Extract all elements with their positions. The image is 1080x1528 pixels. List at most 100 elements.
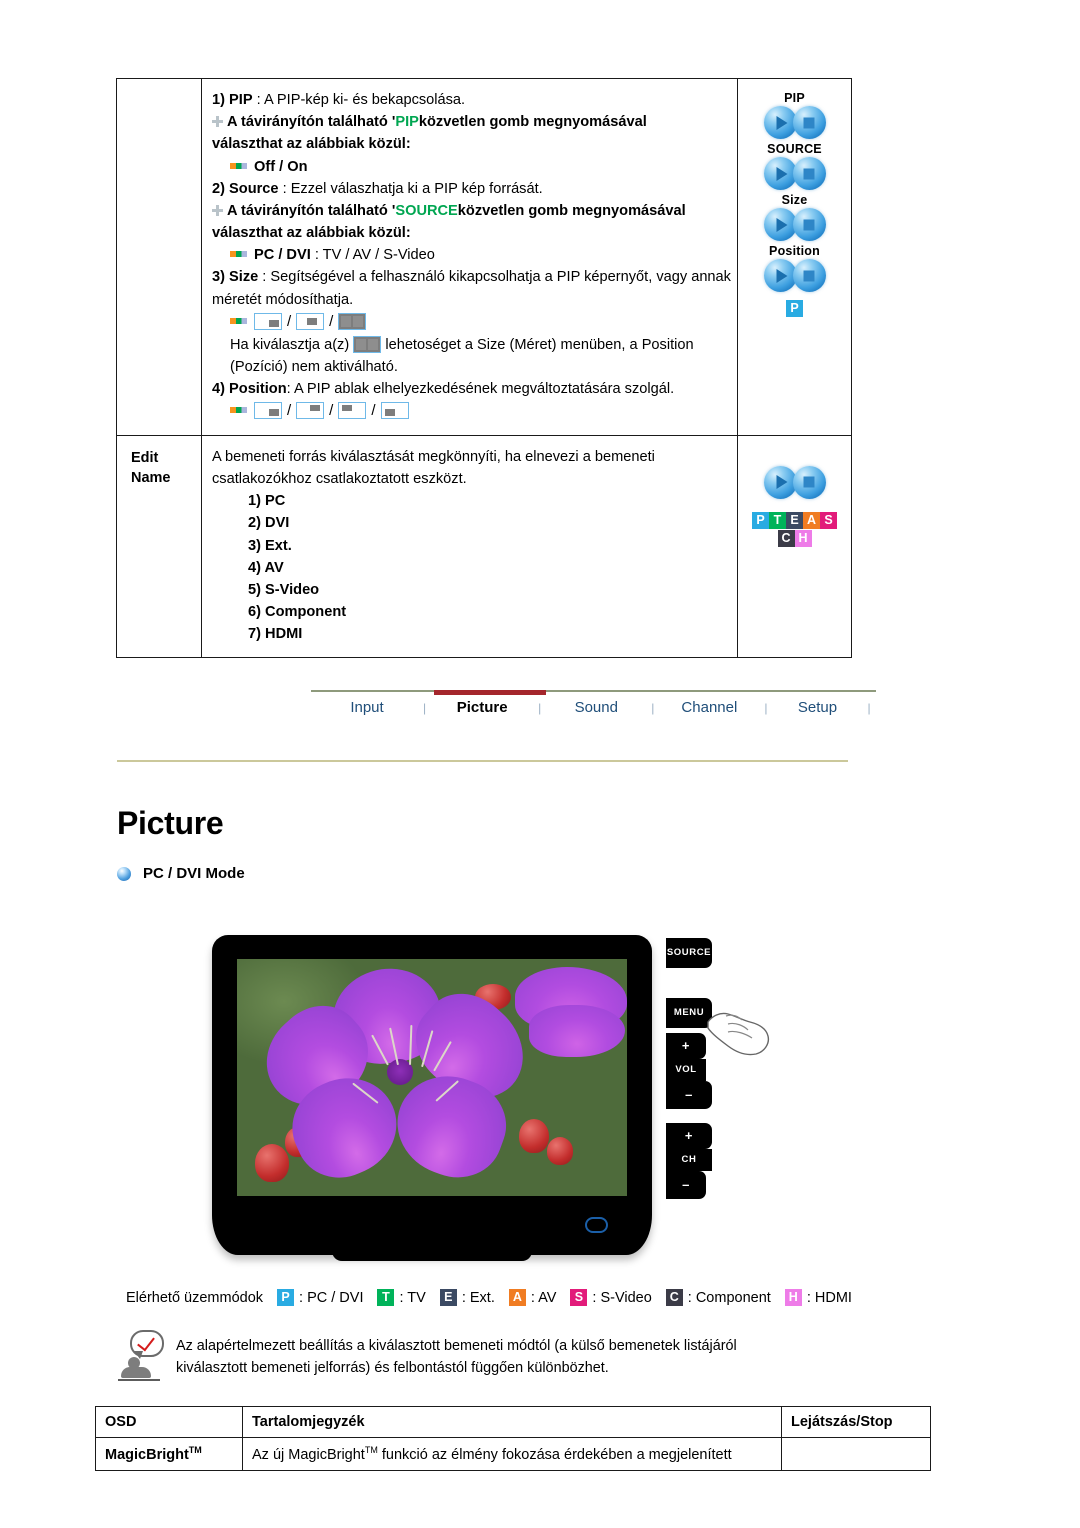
- pip-row: 1) PIP : A PIP-kép ki- és bekapcsolása. …: [116, 78, 852, 436]
- nav-separator: |: [867, 700, 871, 715]
- plus-icon: [212, 204, 223, 216]
- button-caption-pip: PIP: [784, 91, 805, 105]
- osd-table: OSD Tartalomjegyzék Lejátszás/Stop Magic…: [95, 1406, 931, 1471]
- dash-bullet-icon: [230, 251, 247, 258]
- mode-badges-row-2: CH: [738, 529, 851, 547]
- monitor-stand: [332, 1249, 532, 1261]
- pip-option-source-bold: PC / DVI: [254, 247, 311, 264]
- mode-badge-s: S: [570, 1289, 588, 1306]
- side-button-ch-down[interactable]: –: [666, 1171, 706, 1199]
- pip-size-small-icon: [254, 312, 282, 330]
- osd-cell-magicbright-name: MagicBright: [105, 1446, 189, 1463]
- play-button-icon[interactable]: [763, 465, 797, 499]
- edit-name-option-av: 4) AV: [248, 559, 284, 576]
- legend-item-ext-text: : Ext.: [461, 1289, 495, 1306]
- monitor-side-controls: SOURCE MENU + VOL – + CH –: [666, 938, 770, 1228]
- legend-item-tv: T : TV: [377, 1289, 426, 1306]
- pip-remote-note-1-highlight: PIP: [395, 114, 419, 131]
- nav-items: Input | Picture | Sound | Channel | Setu…: [311, 692, 876, 716]
- pip-item-2-sep: :: [278, 180, 291, 197]
- size-button-pair[interactable]: [738, 208, 851, 241]
- nav-tab-setup[interactable]: Setup: [768, 699, 868, 716]
- position-button-pair[interactable]: [738, 259, 851, 292]
- nav-tab-picture[interactable]: Picture: [426, 699, 538, 716]
- pip-item-1-desc: A PIP-kép ki- és bekapcsolása.: [263, 92, 466, 108]
- legend-label: Elérhető üzemmódok: [126, 1289, 264, 1306]
- mode-badge-t: T: [377, 1289, 395, 1306]
- pip-spec-table: 1) PIP : A PIP-kép ki- és bekapcsolása. …: [116, 78, 852, 659]
- edit-name-label-line1: Edit: [131, 449, 159, 466]
- side-button-ch-label: CH: [666, 1149, 712, 1171]
- button-caption-size: Size: [781, 193, 808, 207]
- pip-row-icon-cell: PIP SOURCE Size Position P: [737, 78, 852, 436]
- pip-item-4-term: Position: [229, 380, 287, 397]
- nav-tab-input[interactable]: Input: [311, 699, 423, 716]
- available-modes-legend: Elérhető üzemmódok P : PC / DVI T : TV E…: [126, 1289, 866, 1306]
- pip-remote-note-1: A távirányítón található 'PIPközvetlen g…: [212, 111, 731, 133]
- source-button-pair[interactable]: [738, 157, 851, 190]
- note-line-1: Az alapértelmezett beállítás a kiválaszt…: [176, 1338, 737, 1354]
- play-button-icon[interactable]: [763, 208, 797, 241]
- mode-badge-a: A: [508, 1289, 526, 1306]
- pip-size-double-icon-inline: [353, 335, 382, 353]
- slash-separator: /: [287, 402, 292, 420]
- note-person-icon: [118, 1330, 176, 1384]
- page-title: Picture: [117, 805, 224, 841]
- pip-remote-buttons: PIP SOURCE Size Position P: [738, 79, 851, 317]
- pip-option-offon: Off / On: [212, 156, 731, 178]
- osd-description-b: funkció az élmény fokozása érdekében a m…: [377, 1446, 732, 1463]
- osd-header-contents: Tartalomjegyzék: [242, 1406, 782, 1438]
- monitor-screen: [237, 959, 627, 1196]
- side-button-vol-down[interactable]: –: [666, 1081, 712, 1109]
- side-button-ch-up[interactable]: +: [666, 1123, 712, 1149]
- stop-button-icon[interactable]: [792, 157, 826, 190]
- pip-mode-badge-wrap: P: [738, 296, 851, 317]
- slash-separator: /: [329, 402, 334, 420]
- edit-name-option-svideo: 5) S-Video: [248, 581, 320, 598]
- pip-item-4-desc: A PIP ablak elhelyezkedésének megváltozt…: [293, 380, 675, 397]
- stop-button-icon[interactable]: [792, 259, 826, 292]
- pip-remote-note-2: A távirányítón található 'SOURCEközvetle…: [212, 200, 731, 222]
- pip-option-source-rest: : TV / AV / S-Video: [310, 247, 435, 264]
- monitor-illustration: [212, 935, 652, 1261]
- legend-item-ext: E : Ext.: [439, 1289, 495, 1306]
- legend-item-pcdvi-text: : PC / DVI: [299, 1289, 364, 1306]
- flower-bud: [519, 1119, 549, 1153]
- nav-tab-channel[interactable]: Channel: [654, 699, 764, 716]
- legend-item-component: C : Component: [665, 1289, 771, 1306]
- nav-active-indicator: [434, 690, 546, 695]
- nav-tab-sound[interactable]: Sound: [541, 699, 651, 716]
- edit-name-icon-cell: PTEAS CH: [737, 434, 852, 659]
- osd-cell-magicbright: MagicBrightTM: [95, 1437, 243, 1471]
- note-line-2: kiválasztott bemeneti jelforrás) és felb…: [176, 1360, 609, 1377]
- pip-item-3-sep: :: [258, 269, 271, 286]
- side-button-vol-up[interactable]: +: [666, 1033, 706, 1059]
- trademark-superscript: TM: [364, 1445, 378, 1455]
- side-button-source[interactable]: SOURCE: [666, 938, 712, 968]
- edit-name-description: A bemeneti forrás kiválasztását megkönny…: [212, 448, 655, 487]
- stop-button-icon[interactable]: [792, 106, 826, 139]
- mode-badges-row-1: PTEAS: [738, 511, 851, 529]
- stop-button-icon[interactable]: [792, 465, 826, 499]
- pip-item-3-num: 3): [212, 269, 225, 286]
- osd-description-a: Az új MagicBright: [252, 1446, 365, 1463]
- legend-item-hdmi: H : HDMI: [784, 1289, 852, 1306]
- legend-item-pcdvi: P : PC / DVI: [277, 1289, 363, 1306]
- mode-badge-h: H: [794, 529, 812, 547]
- play-button-icon[interactable]: [763, 106, 797, 139]
- play-button-icon[interactable]: [763, 157, 797, 190]
- button-caption-source: SOURCE: [767, 142, 822, 156]
- legend-item-av: A : AV: [508, 1289, 556, 1306]
- stop-button-icon[interactable]: [792, 208, 826, 241]
- mode-badge-p: P: [786, 300, 803, 317]
- mode-badge-s: S: [820, 511, 837, 529]
- pip-item-3-term: Size: [229, 269, 259, 286]
- mode-badge-e: E: [786, 511, 803, 529]
- pip-button-pair[interactable]: [738, 106, 851, 139]
- osd-table-header-row: OSD Tartalomjegyzék Lejátszás/Stop: [95, 1406, 931, 1438]
- editname-button-pair[interactable]: [738, 465, 851, 499]
- flower-bud: [547, 1137, 573, 1165]
- button-caption-position: Position: [769, 244, 820, 258]
- play-button-icon[interactable]: [763, 259, 797, 292]
- flower-bud: [255, 1144, 289, 1182]
